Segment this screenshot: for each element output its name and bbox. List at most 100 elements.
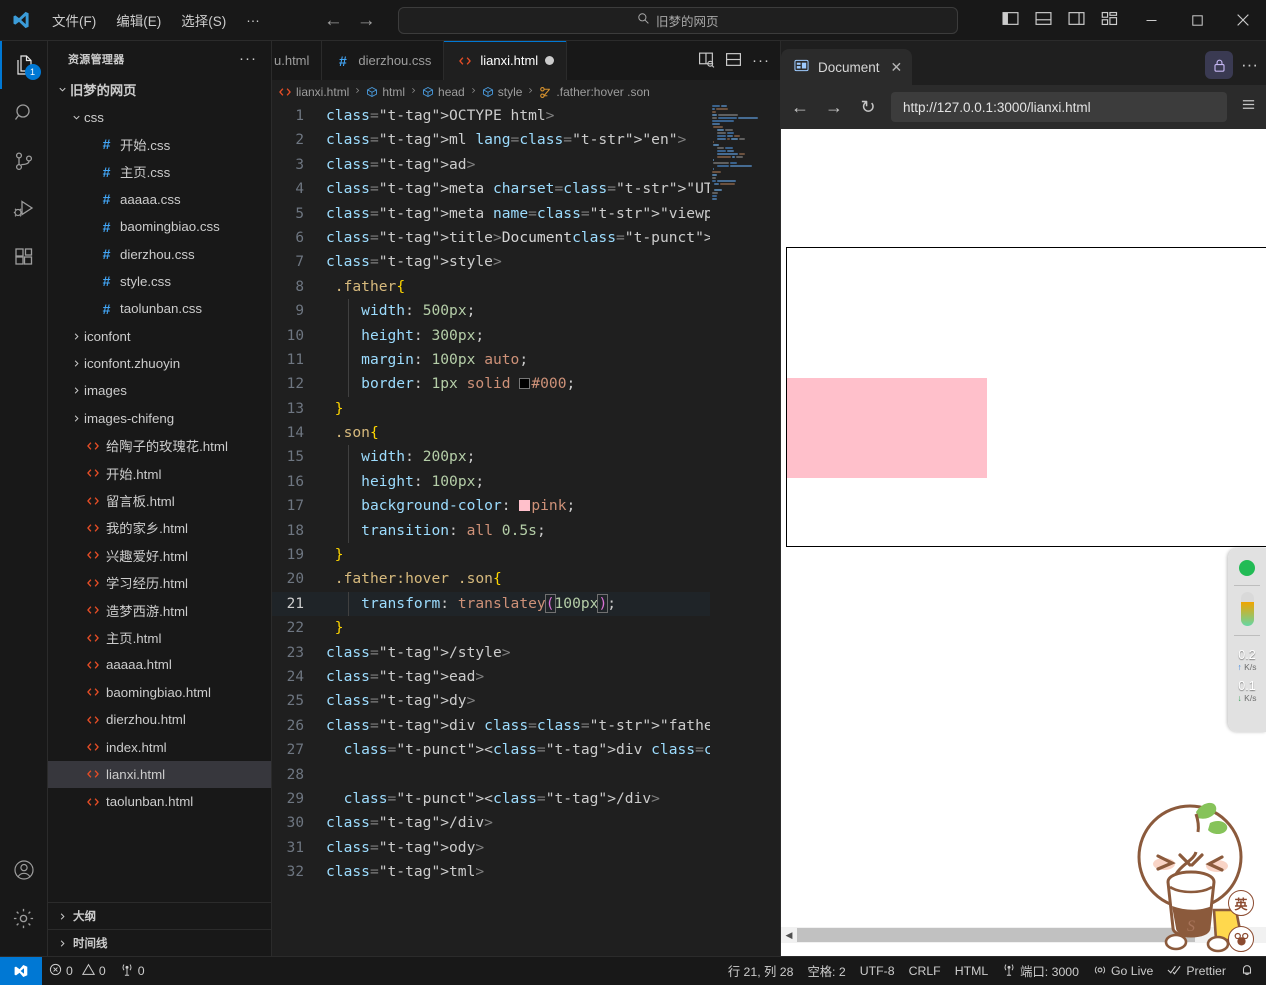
tree-item-file[interactable]: 我的家乡.html [48, 514, 271, 541]
activity-source-control[interactable] [0, 137, 48, 185]
code-line[interactable]: 22 } [272, 616, 780, 640]
outline-panel-header[interactable]: 大纲 [48, 902, 271, 929]
browser-reload-icon[interactable]: ↻ [857, 98, 879, 116]
activity-run-and-debug[interactable] [0, 185, 48, 233]
tree-item-file[interactable]: lianxi.html [48, 760, 271, 789]
code-line[interactable]: 1 class="t-tag">OCTYPE html> [272, 104, 780, 128]
tree-item-folder[interactable]: iconfont [48, 323, 271, 350]
tree-item-file[interactable]: # taolunban.css [48, 295, 271, 322]
tree-item-file[interactable]: 开始.html [48, 459, 271, 486]
code-line[interactable]: 2 class="t-tag">ml lang=class="t-str">"en… [272, 128, 780, 152]
activity-manage-settings[interactable] [0, 894, 48, 942]
code-line[interactable]: 25 class="t-tag">dy> [272, 689, 780, 713]
problems-indicator[interactable]: 0 0 [42, 957, 113, 985]
tree-item-file[interactable]: 主页.html [48, 624, 271, 651]
editor-tab[interactable]: # dierzhou.css [322, 41, 445, 80]
code-line[interactable]: 21 transform: translatey(100px); [272, 591, 780, 617]
unsaved-indicator[interactable] [545, 56, 555, 65]
code-line[interactable]: 18 transition: all 0.5s; [272, 518, 780, 544]
scroll-left-arrow-icon[interactable]: ◀ [781, 930, 797, 941]
tree-item-file[interactable]: # style.css [48, 268, 271, 295]
network-speed-widget[interactable]: 0.2 ↑ K/s 0.1 ↓ K/s [1228, 548, 1266, 732]
browser-tab-close-icon[interactable]: ✕ [889, 60, 903, 74]
editor-tab[interactable]: lianxi.html [444, 41, 568, 80]
go-live-button[interactable]: Go Live [1086, 957, 1160, 985]
breadcrumb-item[interactable]: head [422, 85, 465, 99]
activity-accounts[interactable] [0, 846, 48, 894]
code-line[interactable]: 32 class="t-tag">tml> [272, 860, 780, 884]
encoding-setting[interactable]: UTF-8 [853, 957, 902, 985]
code-line[interactable]: 16 height: 100px; [272, 469, 780, 495]
activity-explorer[interactable]: 1 [0, 41, 48, 89]
code-line[interactable]: 23 class="t-tag">/style> [272, 641, 780, 665]
breadcrumb-item[interactable]: .father:hover .son [539, 85, 650, 99]
window-maximize-button[interactable] [1174, 0, 1220, 41]
code-line[interactable]: 9 width: 500px; [272, 299, 780, 324]
code-line[interactable]: 27 class="t-punct"><class="t-tag">div cl… [272, 738, 780, 762]
tree-item-file[interactable]: baomingbiao.html [48, 679, 271, 706]
editor-more-actions-icon[interactable]: ··· [752, 53, 770, 68]
editor-tab[interactable]: u.html [272, 41, 323, 80]
ports-indicator[interactable]: 0 [113, 957, 152, 985]
tree-item-folder[interactable]: images-chifeng [48, 405, 271, 432]
tree-item-file[interactable]: 留言板.html [48, 487, 271, 514]
activity-extensions[interactable] [0, 233, 48, 281]
browser-tab[interactable]: Document ✕ [781, 49, 913, 85]
code-line[interactable]: 8 .father{ [272, 275, 780, 299]
code-editor[interactable]: 1 class="t-tag">OCTYPE html> 2 class="t-tag… [272, 104, 780, 956]
eol-setting[interactable]: CRLF [902, 957, 948, 985]
tree-item-file[interactable]: # dierzhou.css [48, 240, 271, 267]
timeline-panel-header[interactable]: 时间线 [48, 929, 271, 956]
tree-item-folder[interactable]: iconfont.zhuoyin [48, 350, 271, 377]
code-line[interactable]: 12 border: 1px solid #000; [272, 372, 780, 397]
code-line[interactable]: 29 class="t-punct"><class="t-tag">/div> [272, 787, 780, 811]
code-line[interactable]: 20 .father:hover .son{ [272, 567, 780, 591]
tree-item-file[interactable]: index.html [48, 733, 271, 760]
browser-forward-icon[interactable]: → [823, 98, 845, 116]
tree-item-folder[interactable]: css [48, 103, 271, 130]
breadcrumb-item[interactable]: lianxi.html [278, 85, 349, 99]
prettier-status[interactable]: Prettier [1160, 957, 1233, 985]
code-line[interactable]: 30 class="t-tag">/div> [272, 811, 780, 835]
window-close-button[interactable] [1220, 0, 1266, 41]
split-editor-down-icon[interactable] [725, 51, 742, 71]
code-line[interactable]: 15 width: 200px; [272, 445, 780, 470]
remote-window-indicator[interactable] [0, 956, 42, 985]
code-line[interactable]: 5 class="t-tag">meta name=class="t-str">"… [272, 202, 780, 226]
browser-back-icon[interactable]: ← [789, 98, 811, 116]
lock-icon[interactable] [1205, 51, 1234, 79]
toggle-primary-sidebar-icon[interactable] [1002, 10, 1019, 30]
code-line[interactable]: 31 class="t-tag">ody> [272, 836, 780, 860]
port-forwarding[interactable]: 端口: 3000 [995, 957, 1086, 985]
tree-item-file[interactable]: # 主页.css [48, 158, 271, 185]
tree-item-file[interactable]: aaaaa.html [48, 651, 271, 678]
code-line[interactable]: 28 [272, 763, 780, 787]
tree-item-file[interactable]: taolunban.html [48, 788, 271, 815]
sidebar-more-actions-icon[interactable]: ··· [233, 50, 263, 67]
menu-edit[interactable]: 编辑(E) [106, 7, 171, 33]
code-line[interactable]: 10 height: 300px; [272, 323, 780, 348]
menu-file[interactable]: 文件(F) [42, 7, 106, 33]
editor-vertical-scrollbar[interactable] [772, 104, 780, 956]
code-line[interactable]: 14 .son{ [272, 421, 780, 445]
code-line[interactable]: 4 class="t-tag">meta charset=class="t-str… [272, 177, 780, 201]
command-center[interactable]: 旧梦的网页 [397, 6, 958, 34]
notifications-bell[interactable] [1233, 957, 1266, 985]
code-line[interactable]: 26 class="t-tag">div class=class="t-str">… [272, 714, 780, 738]
editor-minimap[interactable] [710, 104, 772, 956]
tree-item-file[interactable]: 造梦西游.html [48, 596, 271, 623]
code-line[interactable]: 3 class="t-tag">ad> [272, 153, 780, 177]
code-line[interactable]: 17 background-color: pink; [272, 494, 780, 519]
language-mode[interactable]: HTML [948, 957, 995, 985]
hamburger-menu-icon[interactable] [1239, 97, 1258, 117]
tree-item-file[interactable]: 学习经历.html [48, 569, 271, 596]
tree-root-folder[interactable]: 旧梦的网页 [48, 76, 271, 103]
customize-layout-icon[interactable] [1101, 10, 1118, 30]
breadcrumb-item[interactable]: style [482, 85, 522, 99]
tree-item-file[interactable]: # aaaaa.css [48, 186, 271, 213]
tree-item-file[interactable]: # 开始.css [48, 131, 271, 158]
code-line[interactable]: 7 class="t-tag">style> [272, 250, 780, 274]
activity-search[interactable] [0, 89, 48, 137]
go-back-icon[interactable]: ← [324, 11, 343, 30]
tree-item-file[interactable]: dierzhou.html [48, 706, 271, 733]
